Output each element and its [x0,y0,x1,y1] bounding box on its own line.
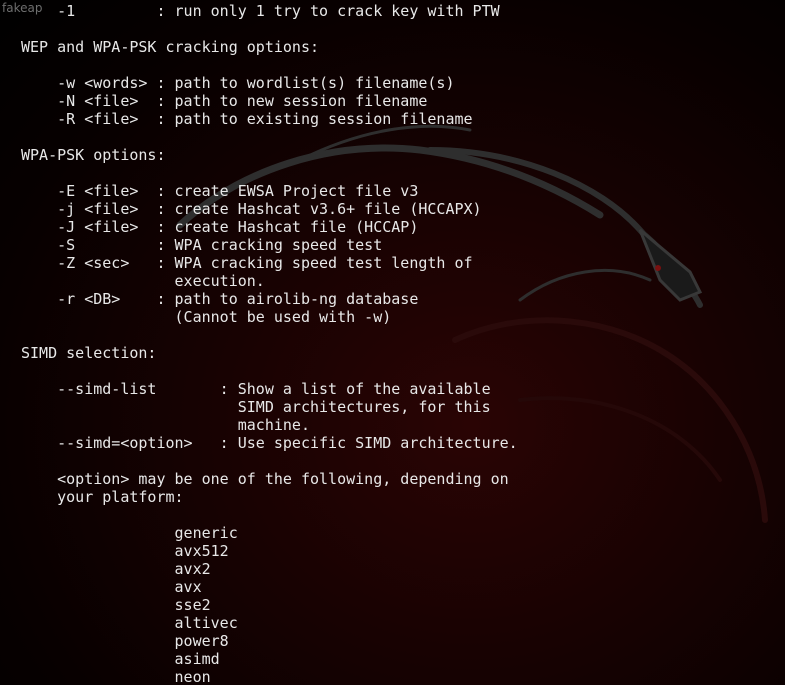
terminal-line: -Z <sec> : WPA cracking speed test lengt… [21,254,473,272]
terminal-line: generic [21,524,238,542]
terminal-line: -J <file> : create Hashcat file (HCCAP) [21,218,419,236]
terminal-line: machine. [21,416,310,434]
terminal-line: SIMD architectures, for this [21,398,491,416]
terminal-line: avx512 [21,542,229,560]
terminal-line: avx [21,578,202,596]
terminal-line: <option> may be one of the following, de… [21,470,509,488]
terminal-line: -j <file> : create Hashcat v3.6+ file (H… [21,200,482,218]
terminal-line: -1 : run only 1 try to crack key with PT… [21,2,500,20]
terminal-line: your platform: [21,488,184,506]
terminal-line: -r <DB> : path to airolib-ng database [21,290,419,308]
terminal-line: asimd [21,650,220,668]
window-overlay-label: fakeap [2,1,43,15]
terminal-window[interactable]: fakeap -1 : run only 1 try to crack key … [0,0,785,685]
terminal-line: power8 [21,632,229,650]
terminal-line: WPA-PSK options: [21,146,166,164]
terminal-line: -R <file> : path to existing session fil… [21,110,473,128]
terminal-line: --simd-list : Show a list of the availab… [21,380,491,398]
terminal-line: avx2 [21,560,211,578]
terminal-line: neon [21,668,211,685]
terminal-line: WEP and WPA-PSK cracking options: [21,38,320,56]
terminal-line: --simd=<option> : Use specific SIMD arch… [21,434,518,452]
terminal-line: execution. [21,272,265,290]
terminal-line: altivec [21,614,238,632]
terminal-line: (Cannot be used with -w) [21,308,392,326]
terminal-line: -E <file> : create EWSA Project file v3 [21,182,419,200]
terminal-line: sse2 [21,596,211,614]
terminal-line: -S : WPA cracking speed test [21,236,383,254]
terminal-output: -1 : run only 1 try to crack key with PT… [21,2,518,685]
terminal-line: -N <file> : path to new session filename [21,92,428,110]
terminal-line: SIMD selection: [21,344,157,362]
terminal-line: -w <words> : path to wordlist(s) filenam… [21,74,455,92]
